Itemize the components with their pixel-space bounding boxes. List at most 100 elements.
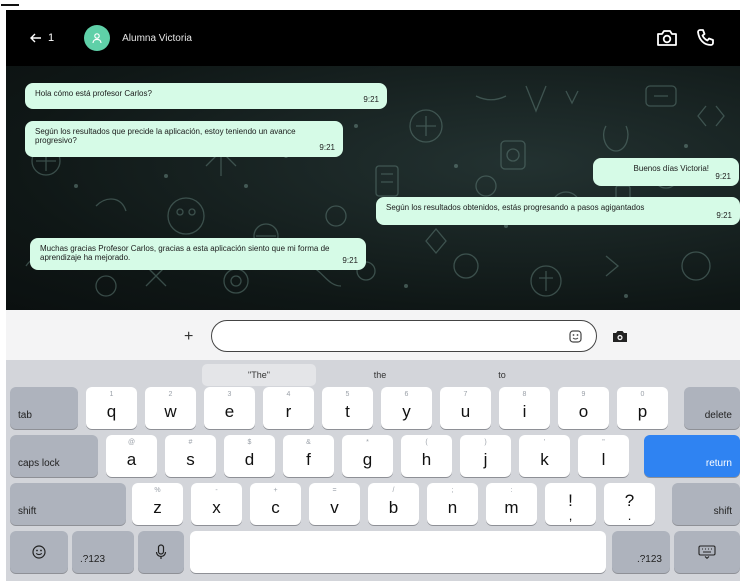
key-alt-label: ": [602, 439, 605, 446]
numbers-left-key[interactable]: .?123: [72, 531, 134, 573]
contact-name[interactable]: Alumna Victoria: [122, 33, 192, 44]
key-r[interactable]: 4r: [263, 387, 314, 429]
key-main-label: v: [330, 498, 339, 517]
message-input-bar: +: [6, 310, 740, 360]
key-h[interactable]: (h: [401, 435, 452, 477]
key-alt-label: -: [215, 487, 218, 494]
phone-icon: [697, 29, 714, 46]
user-icon: [92, 33, 102, 44]
key-v[interactable]: = v: [309, 483, 360, 525]
microphone-icon: [155, 544, 167, 559]
call-button[interactable]: [696, 28, 716, 48]
key-main-label: k: [540, 450, 549, 469]
message-input[interactable]: [224, 321, 564, 351]
key-label: shift: [713, 506, 732, 517]
sticker-button[interactable]: [569, 330, 582, 348]
key-label: tab: [18, 410, 32, 421]
key-f[interactable]: & f: [283, 435, 334, 477]
key-t[interactable]: 5t: [322, 387, 373, 429]
message-text: Muchas gracias Profesor Carlos, gracias …: [40, 244, 330, 263]
key-a[interactable]: @ a: [106, 435, 157, 477]
suggestion-item[interactable]: "The": [202, 364, 316, 386]
return-key[interactable]: return: [644, 435, 740, 477]
key-alt-label: 5: [345, 391, 350, 398]
message-bubble-incoming[interactable]: Hola cómo está profesor Carlos? 9:21: [25, 83, 387, 109]
key-g[interactable]: * g: [342, 435, 393, 477]
key-b[interactable]: / b: [368, 483, 419, 525]
key-i[interactable]: 8i: [499, 387, 550, 429]
message-bubble-incoming[interactable]: Según los resultados que precide la apli…: [25, 121, 343, 157]
key-z[interactable]: % z: [132, 483, 183, 525]
key-k[interactable]: ' k: [519, 435, 570, 477]
key-q[interactable]: 1q: [86, 387, 137, 429]
message-bubble-outgoing[interactable]: Según los resultados obtenidos, estás pr…: [376, 197, 740, 225]
key-main-label: u: [460, 402, 471, 421]
message-time: 9:21: [716, 210, 732, 220]
key-c[interactable]: + c: [250, 483, 301, 525]
key-sub-label: ,: [568, 508, 573, 523]
key-y[interactable]: 6y: [381, 387, 432, 429]
attach-button[interactable]: +: [184, 328, 193, 346]
key-alt-label: $: [247, 439, 252, 446]
delete-key[interactable]: delete: [684, 387, 740, 429]
dismiss-keyboard-key[interactable]: [674, 531, 740, 573]
key-d[interactable]: $ d: [224, 435, 275, 477]
key-label: .?123: [636, 554, 662, 565]
key-x[interactable]: -x: [191, 483, 242, 525]
key-main-label: m: [504, 498, 519, 517]
key-m[interactable]: :m: [486, 483, 537, 525]
key-u[interactable]: 7u: [440, 387, 491, 429]
key-alt-label: #: [188, 439, 193, 446]
message-bubble-outgoing[interactable]: Buenos días Victoria! 9:21: [593, 158, 739, 186]
key-main-label: g: [362, 450, 373, 469]
tab-key[interactable]: tab: [10, 387, 78, 429]
arrow-left-icon: [30, 33, 41, 43]
key-alt-label: *: [366, 439, 369, 446]
key-alt-label: :: [510, 487, 513, 494]
camera-button[interactable]: [612, 330, 628, 348]
message-field[interactable]: [211, 320, 597, 352]
message-time: 9:21: [363, 94, 379, 104]
key-alt-label: 8: [522, 391, 527, 398]
shift-right-key[interactable]: shift: [672, 483, 740, 525]
key-alt-label: 1: [109, 391, 114, 398]
key-alt-label: ': [543, 439, 546, 446]
key-main-label: p: [637, 402, 648, 421]
keyboard-dismiss-icon: [698, 545, 716, 559]
back-button[interactable]: 1: [30, 32, 54, 44]
key-j[interactable]: ) j: [460, 435, 511, 477]
message-text: Hola cómo está profesor Carlos?: [35, 89, 152, 98]
emoji-key[interactable]: [10, 531, 68, 573]
shift-left-key[interactable]: shift: [10, 483, 126, 525]
sticker-icon: [569, 330, 582, 343]
key-s[interactable]: # s: [165, 435, 216, 477]
key-alt-label: (: [425, 439, 428, 446]
space-key[interactable]: [190, 531, 606, 573]
key-main-label: c: [271, 498, 280, 517]
key-main-label: o: [578, 402, 589, 421]
dictation-key[interactable]: [138, 531, 184, 573]
key-alt-label: 9: [581, 391, 586, 398]
suggestion-item[interactable]: to: [446, 364, 558, 386]
key-label: return: [705, 458, 732, 469]
key-n[interactable]: ; n: [427, 483, 478, 525]
numbers-right-key[interactable]: .?123: [612, 531, 670, 573]
key-w[interactable]: 2w: [145, 387, 196, 429]
onscreen-keyboard: "The" the to tab 1q2w3e4r5t6y7u8i9o0p de…: [6, 360, 740, 581]
video-call-button[interactable]: [656, 29, 678, 47]
avatar[interactable]: [84, 25, 111, 51]
suggestion-item[interactable]: the: [324, 364, 436, 386]
key-symbol[interactable]: !,: [545, 483, 596, 525]
key-main-label: x: [212, 498, 221, 517]
message-bubble-incoming[interactable]: Muchas gracias Profesor Carlos, gracias …: [30, 238, 366, 270]
key-symbol[interactable]: ?.: [604, 483, 655, 525]
key-e[interactable]: 3e: [204, 387, 255, 429]
chat-area[interactable]: Hola cómo está profesor Carlos? 9:21 Seg…: [6, 66, 740, 310]
key-alt-label: 3: [227, 391, 232, 398]
key-l[interactable]: " l: [578, 435, 629, 477]
key-alt-label: @: [127, 439, 136, 446]
caps-lock-key[interactable]: caps lock: [10, 435, 98, 477]
key-p[interactable]: 0p: [617, 387, 668, 429]
key-alt-label: 0: [640, 391, 645, 398]
key-o[interactable]: 9o: [558, 387, 609, 429]
